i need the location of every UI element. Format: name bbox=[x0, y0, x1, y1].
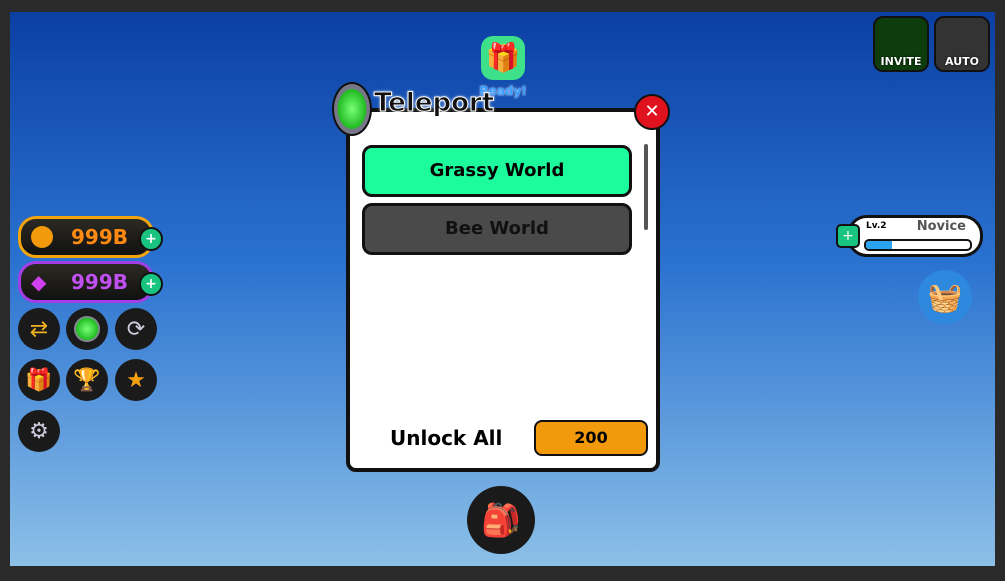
gem-icon: ◆ bbox=[31, 270, 47, 294]
basket-icon: 🧺 bbox=[927, 280, 963, 314]
favorites-button[interactable]: ★ bbox=[115, 359, 157, 401]
backpack-icon: 🎒 bbox=[481, 501, 521, 539]
modal-title: Teleport bbox=[373, 88, 495, 119]
rebirth-button[interactable]: ⟳ bbox=[115, 308, 157, 350]
settings-button[interactable]: ⚙ bbox=[18, 410, 60, 452]
backpack-button[interactable]: 🎒 bbox=[467, 486, 535, 554]
invite-label: INVITE bbox=[880, 55, 922, 68]
refresh-icon: ⟳ bbox=[126, 316, 146, 342]
invite-button[interactable]: INVITE bbox=[873, 16, 929, 72]
star-icon: ★ bbox=[126, 367, 146, 393]
teleport-button[interactable] bbox=[66, 308, 108, 350]
swap-arrows-icon: ⇄ bbox=[29, 316, 49, 342]
shop-button[interactable]: 🧺 bbox=[918, 270, 972, 324]
world-bee[interactable]: Bee World bbox=[362, 203, 632, 255]
coins-counter: 999B + bbox=[18, 216, 163, 258]
rank-label: Novice bbox=[916, 219, 966, 234]
level-label: Lv.2 bbox=[866, 221, 887, 231]
xp-fill bbox=[866, 241, 892, 249]
gift-box-icon: 🎁 bbox=[481, 36, 525, 80]
gifts-button[interactable]: 🎁 bbox=[18, 359, 60, 401]
auto-label: AUTO bbox=[945, 55, 979, 68]
portal-icon bbox=[332, 82, 372, 136]
auto-button[interactable]: AUTO bbox=[934, 16, 990, 72]
game-scene: 999B + ◆ 999B + ⇄ ⟳ 🎁 🏆 ★ ⚙ INVITE AUTO … bbox=[10, 12, 995, 566]
trade-button[interactable]: ⇄ bbox=[18, 308, 60, 350]
gems-counter: ◆ 999B + bbox=[18, 261, 163, 303]
trophy-icon: 🏆 bbox=[73, 367, 101, 393]
portal-icon bbox=[74, 316, 100, 342]
level-panel: Lv.2 Novice + bbox=[836, 215, 983, 257]
teleport-modal: Grassy World Bee World Unlock All 200 bbox=[346, 108, 660, 472]
close-button[interactable]: ✕ bbox=[634, 94, 670, 130]
level-plus-button[interactable]: + bbox=[836, 224, 860, 248]
world-grassy[interactable]: Grassy World bbox=[362, 145, 632, 197]
achievements-button[interactable]: 🏆 bbox=[66, 359, 108, 401]
gift-icon: 🎁 bbox=[25, 367, 53, 393]
xp-bar bbox=[864, 239, 972, 251]
gear-icon: ⚙ bbox=[29, 418, 49, 444]
unlock-all-button[interactable]: 200 bbox=[534, 420, 648, 456]
buy-gems-button[interactable]: + bbox=[139, 272, 163, 296]
coin-icon bbox=[31, 226, 53, 248]
coins-value: 999B bbox=[71, 225, 128, 249]
scrollbar[interactable] bbox=[644, 144, 648, 230]
close-icon: ✕ bbox=[644, 101, 660, 122]
unlock-all-label: Unlock All bbox=[390, 426, 503, 450]
buy-coins-button[interactable]: + bbox=[139, 227, 163, 251]
gems-value: 999B bbox=[71, 270, 128, 294]
